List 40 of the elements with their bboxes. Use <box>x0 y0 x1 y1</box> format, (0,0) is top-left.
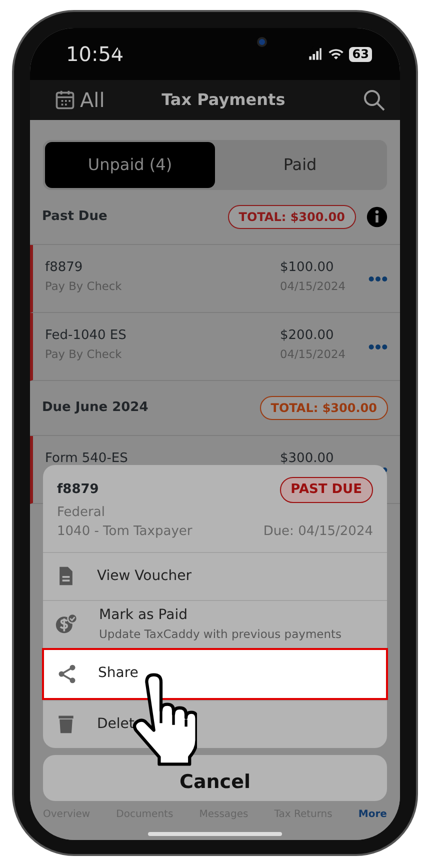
payment-amount: $100.00 <box>280 259 335 277</box>
cancel-button[interactable]: Cancel <box>43 755 387 801</box>
status-badge: PAST DUE <box>280 477 373 502</box>
filter-label[interactable]: All <box>80 85 105 115</box>
total-badge: TOTAL: $300.00 <box>228 205 356 229</box>
page-title: Tax Payments <box>160 89 286 111</box>
section-title: Past Due <box>42 208 108 226</box>
wifi-icon <box>327 46 346 62</box>
action-label: Share <box>98 664 138 683</box>
search-icon[interactable] <box>362 88 386 112</box>
segment-tab[interactable]: Unpaid (4) <box>45 142 215 188</box>
payment-name: f8879 <box>45 259 84 277</box>
more-icon[interactable] <box>368 275 388 283</box>
battery-level: 63 <box>349 46 372 62</box>
action-subtitle: Update TaxCaddy with previous payments <box>99 626 342 643</box>
payment-amount: $300.00 <box>280 450 335 468</box>
total-badge: TOTAL: $300.00 <box>260 396 388 420</box>
payment-amount: $200.00 <box>280 327 335 345</box>
status-time: 10:54 <box>66 41 124 68</box>
payment-name: Fed-1040 ES <box>45 327 128 345</box>
signal-icon <box>307 47 324 61</box>
payment-name: Form 540-ES <box>45 450 129 468</box>
action-label: Delet <box>97 714 134 734</box>
camera-icon <box>257 37 267 47</box>
action-item[interactable]: View Voucher <box>43 552 387 600</box>
action-label: View Voucher <box>97 566 192 586</box>
due-date: Due: 04/15/2024 <box>263 523 373 541</box>
info-icon[interactable] <box>366 206 388 228</box>
jurisdiction-text: Federal <box>57 504 106 522</box>
sheet-title: f8879 <box>57 481 99 499</box>
action-item[interactable]: Share <box>42 648 388 700</box>
tab-bar-item[interactable]: More <box>358 807 387 822</box>
segment-tab[interactable]: Paid <box>215 142 385 188</box>
share-icon <box>56 662 78 684</box>
section-title: Due June 2024 <box>42 399 148 418</box>
more-icon[interactable] <box>368 343 388 351</box>
return-name: 1040 - Tom Taxpayer <box>57 523 192 541</box>
dollar-check-icon <box>55 613 77 635</box>
calendar-icon[interactable] <box>54 89 76 111</box>
action-label: Mark as Paid <box>99 606 188 625</box>
